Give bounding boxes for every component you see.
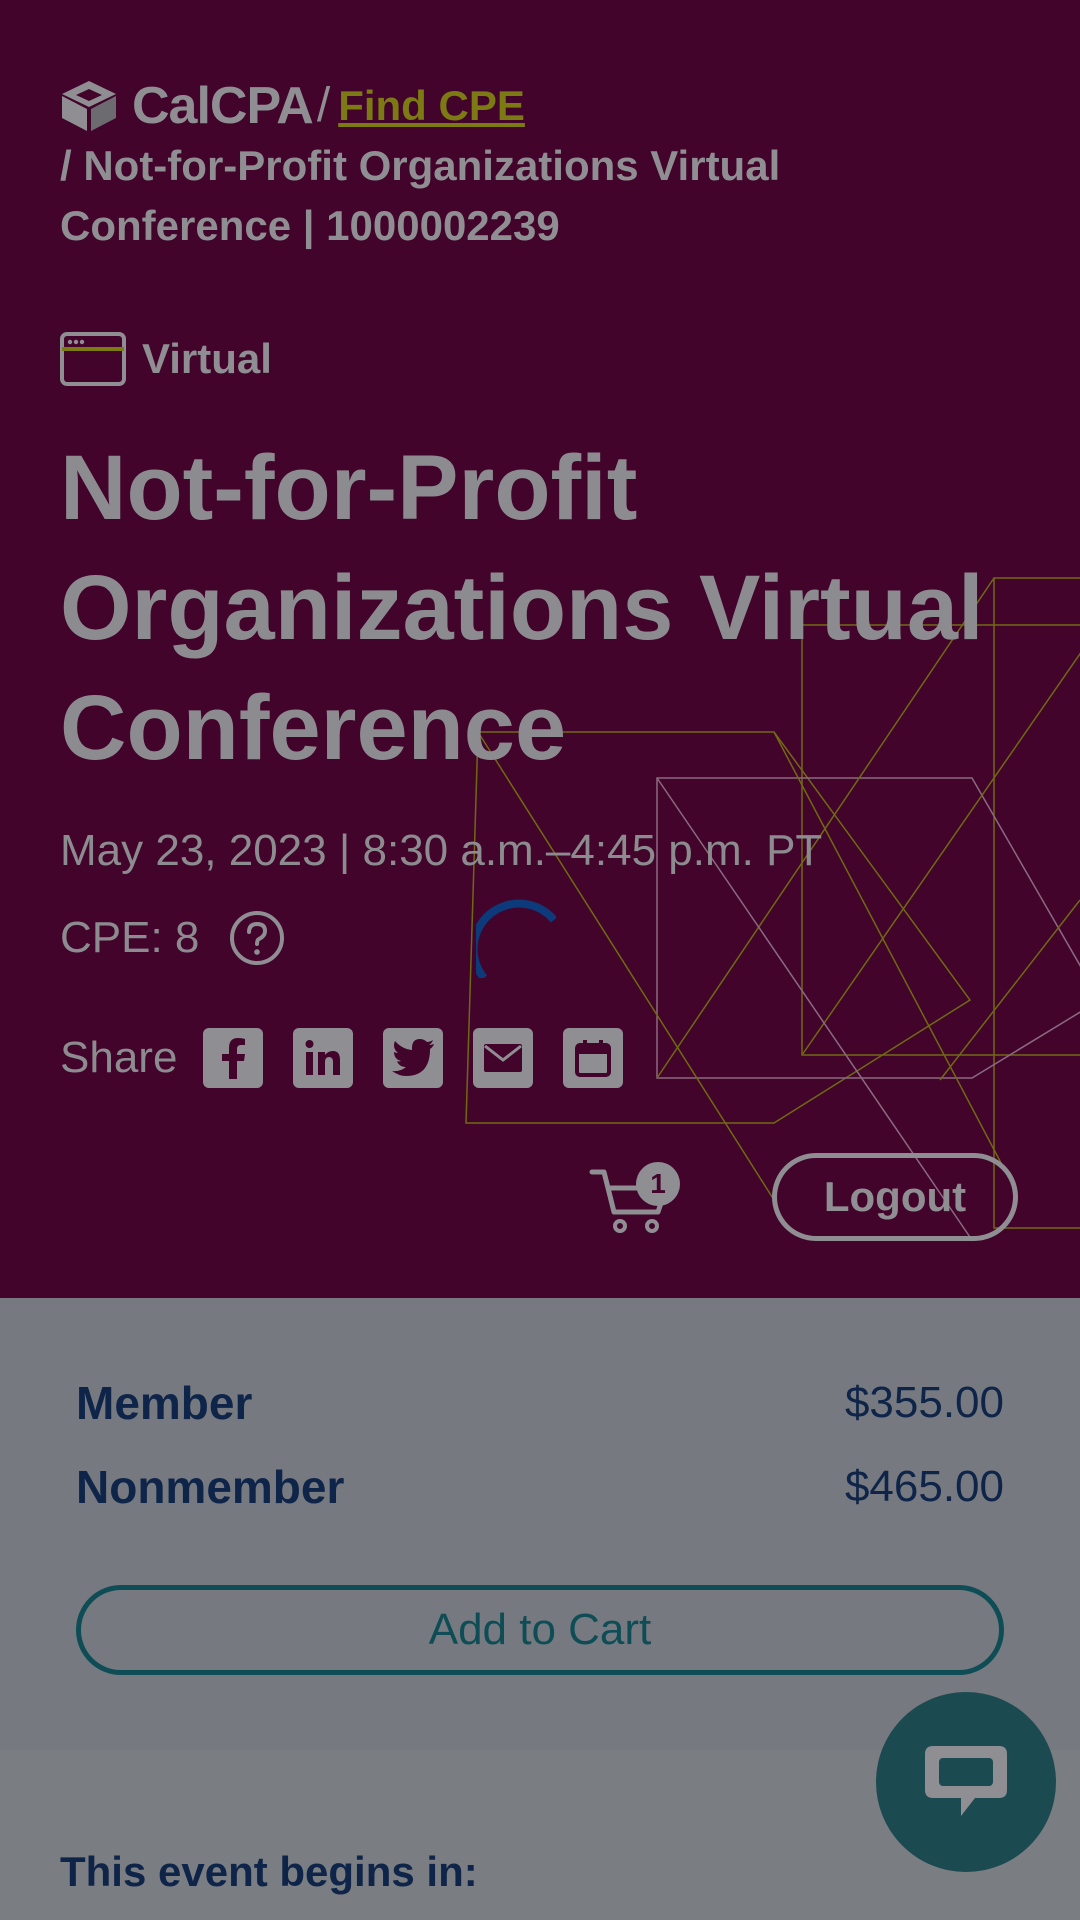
- linkedin-icon[interactable]: [293, 1028, 354, 1088]
- chat-bubble-icon: [925, 1746, 1007, 1816]
- logo-text[interactable]: CalCPA: [132, 76, 314, 136]
- event-hero: CalCPA / Find CPE / Not-for-Profit Organ…: [0, 0, 1080, 1298]
- cpe-credits: CPE: 8: [60, 913, 200, 962]
- logout-button[interactable]: Logout: [772, 1153, 1018, 1241]
- add-to-cart-button[interactable]: Add to Cart: [76, 1585, 1004, 1675]
- loading-spinner-icon: [476, 899, 556, 978]
- nonmember-label: Nonmember: [76, 1461, 345, 1513]
- twitter-icon[interactable]: [383, 1028, 444, 1088]
- pricing-panel: Member $355.00 Nonmember $465.00: [0, 1298, 1080, 1750]
- chat-button[interactable]: [876, 1692, 1056, 1872]
- browser-window-icon: [60, 332, 126, 386]
- calcpa-logo-icon[interactable]: [60, 79, 118, 133]
- share-bar: Share: [60, 1028, 653, 1088]
- breadcrumb: CalCPA / Find CPE / Not-for-Profit Organ…: [60, 76, 960, 256]
- nonmember-price: $465.00: [844, 1462, 1004, 1511]
- event-date-time: May 23, 2023 | 8:30 a.m.–4:45 p.m. PT: [60, 826, 823, 875]
- event-type: Virtual: [60, 332, 272, 386]
- page-title: Not-for-Profit Organizations Virtual Con…: [60, 437, 984, 779]
- share-label: Share: [60, 1033, 178, 1082]
- price-row-nonmember: Nonmember $465.00: [76, 1460, 1004, 1514]
- cpe-info: CPE: 8: [60, 910, 285, 966]
- question-circle-icon[interactable]: [229, 910, 285, 966]
- email-icon[interactable]: [473, 1028, 534, 1088]
- breadcrumb-current-page: / Not-for-Profit Organizations Virtual C…: [60, 142, 781, 249]
- event-type-label: Virtual: [142, 335, 272, 382]
- price-row-member: Member $355.00: [76, 1376, 1004, 1430]
- countdown-heading: This event begins in:: [60, 1848, 478, 1895]
- breadcrumb-separator: /: [316, 79, 331, 132]
- member-label: Member: [76, 1377, 253, 1429]
- member-price: $355.00: [844, 1378, 1004, 1427]
- cart-count-badge[interactable]: 1: [636, 1162, 680, 1206]
- find-cpe-link[interactable]: Find CPE: [338, 76, 525, 136]
- facebook-icon[interactable]: [203, 1028, 264, 1088]
- calendar-icon[interactable]: [563, 1028, 624, 1088]
